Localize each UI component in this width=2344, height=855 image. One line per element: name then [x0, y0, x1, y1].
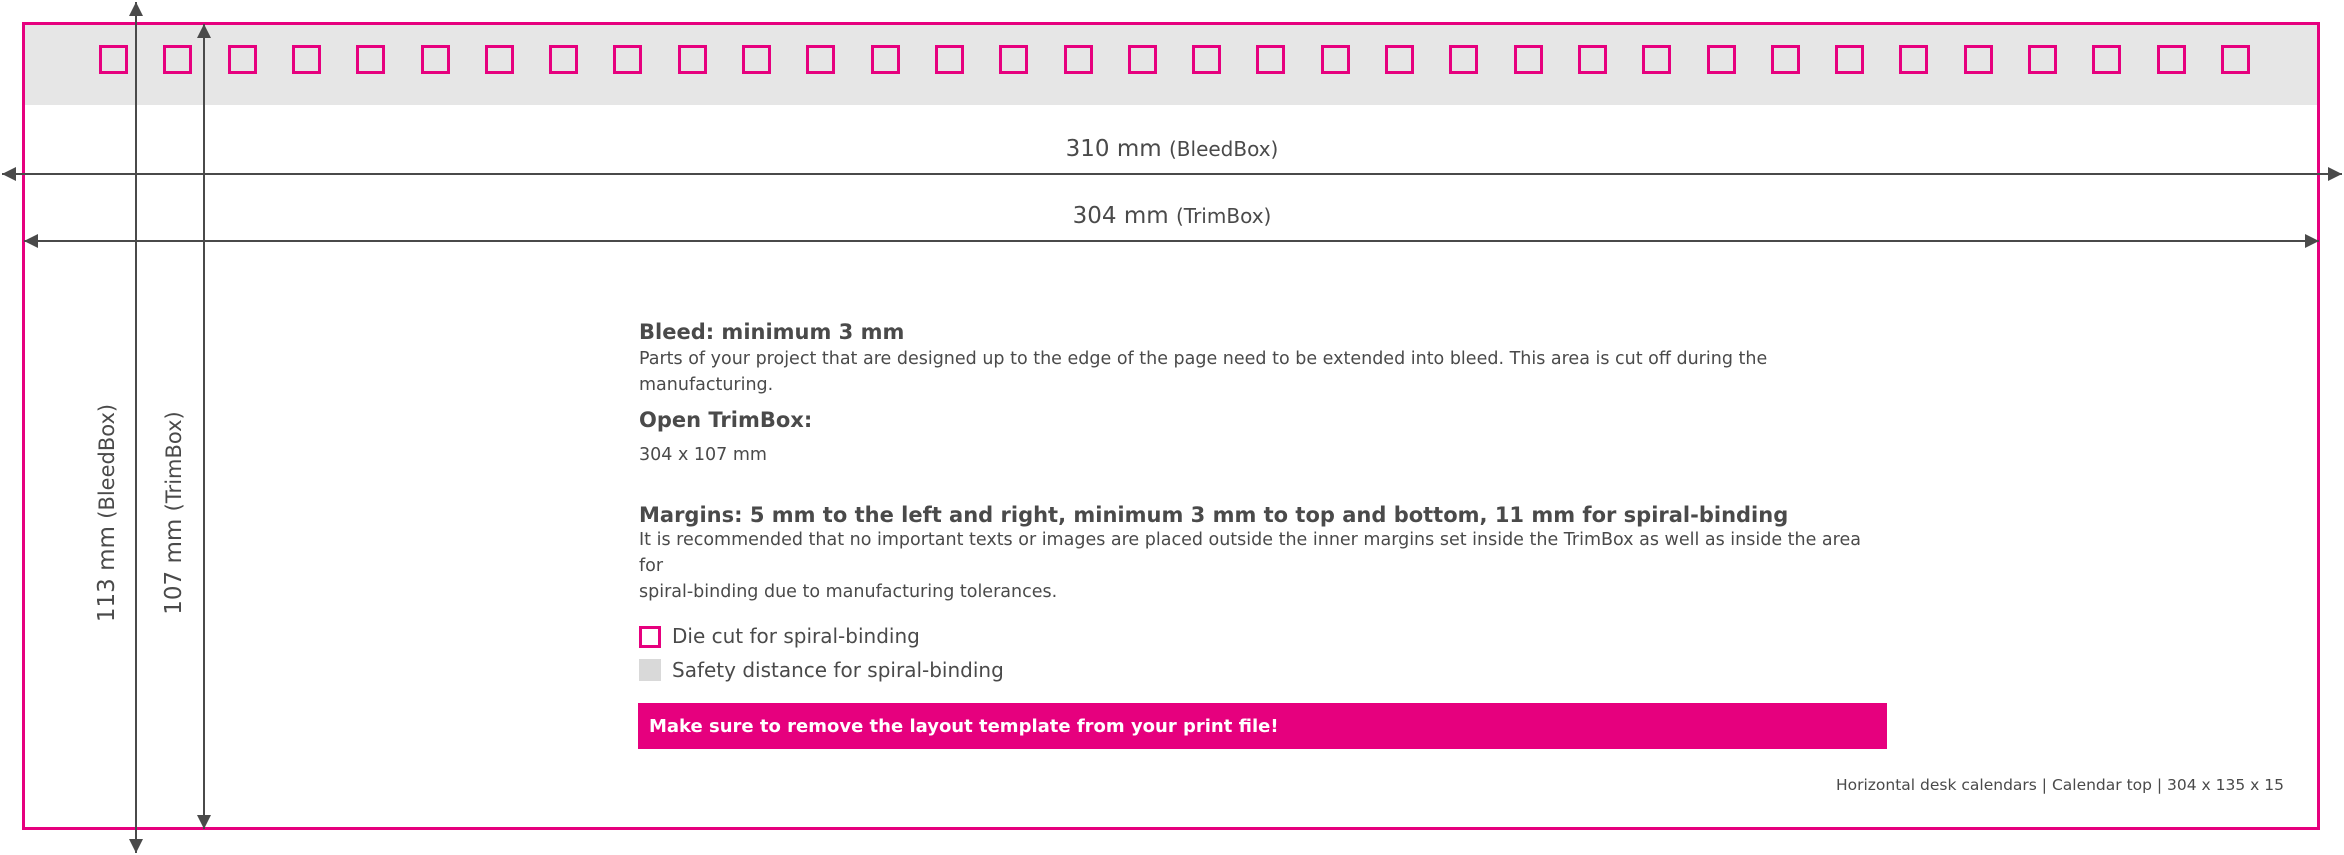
layout-template: 310 mm (BleedBox) 304 mm (TrimBox) 113 m… [0, 0, 2344, 855]
warning-banner: Make sure to remove the layout template … [638, 703, 1887, 749]
bleed-section: Bleed: minimum 3 mm Parts of your projec… [639, 320, 1889, 398]
die-cut-swatch [639, 626, 661, 648]
bleed-width-box: (BleedBox) [1168, 137, 1279, 161]
margins-text-line1: It is recommended that no important text… [639, 530, 1861, 576]
bleed-height-box: (BleedBox) [95, 403, 119, 519]
warning-text: Make sure to remove the layout template … [649, 715, 1279, 737]
safety-distance-legend-label: Safety distance for spiral-binding [672, 658, 1004, 682]
open-trimbox-section: Open TrimBox: 304 x 107 mm [639, 408, 1889, 468]
open-trimbox-heading: Open TrimBox: [639, 408, 813, 432]
trim-height-box: (TrimBox) [162, 411, 186, 512]
margins-section: Margins: 5 mm to the left and right, min… [639, 503, 1889, 605]
bleed-height-label: 113 mm (BleedBox) [94, 404, 120, 622]
open-trimbox-text: 304 x 107 mm [639, 445, 767, 465]
bleed-heading: Bleed: minimum 3 mm [639, 320, 905, 344]
margins-text-line2: spiral-binding due to manufacturing tole… [639, 582, 1058, 602]
bleed-width-label: 310 mm (BleedBox) [1066, 136, 1279, 162]
bleed-width-value: 310 mm [1065, 136, 1162, 162]
trim-width-label: 304 mm (TrimBox) [1073, 203, 1272, 229]
safety-distance-swatch [639, 659, 661, 681]
product-footer-note: Horizontal desk calendars | Calendar top… [1835, 776, 2284, 794]
bleed-text: Parts of your project that are designed … [639, 349, 1768, 395]
margins-heading: Margins: 5 mm to the left and right, min… [639, 503, 1789, 527]
bleed-height-value: 113 mm [94, 526, 120, 623]
die-cut-legend-label: Die cut for spiral-binding [672, 624, 920, 648]
trim-height-label: 107 mm (TrimBox) [161, 411, 187, 614]
trim-width-box: (TrimBox) [1176, 204, 1272, 228]
trim-width-value: 304 mm [1072, 203, 1169, 229]
trim-height-value: 107 mm [161, 518, 187, 615]
